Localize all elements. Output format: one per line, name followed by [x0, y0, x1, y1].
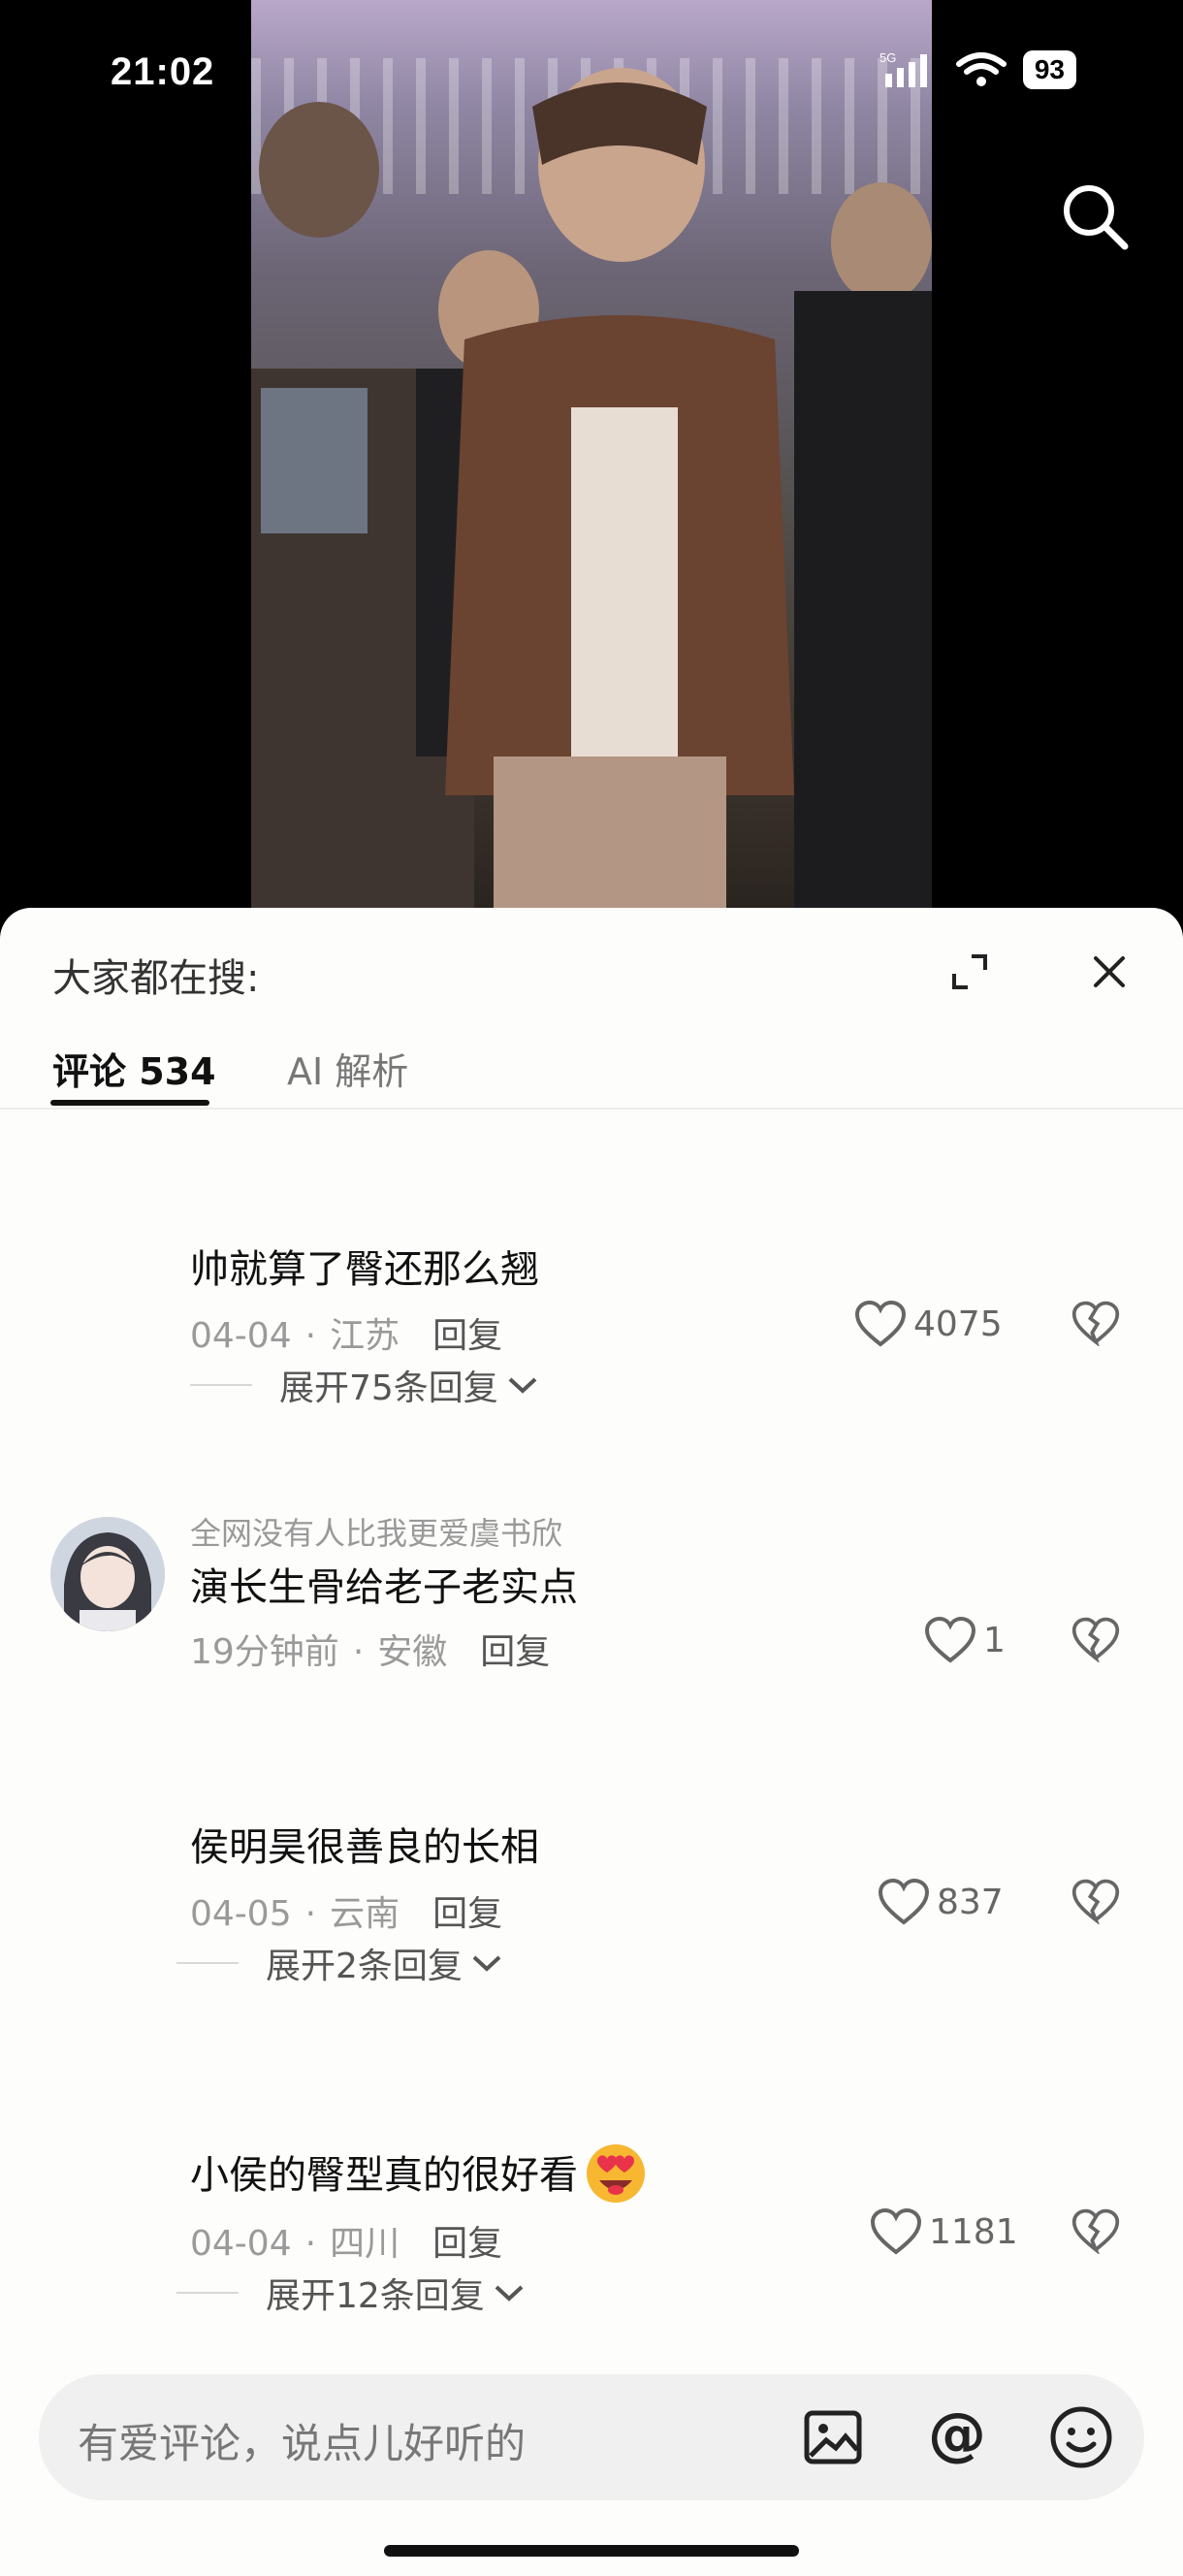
search-button[interactable] [1059, 180, 1131, 252]
comment-input-placeholder[interactable]: 有爱评论，说点儿好听的 [78, 2411, 526, 2470]
like-count: 837 [937, 1882, 1004, 1922]
image-button[interactable] [799, 2403, 867, 2471]
tab-bar: 评论 534 AI 解析 [0, 1014, 1183, 1110]
comment-location: 安徽 [377, 1632, 448, 1672]
active-tab-indicator [50, 1100, 209, 1106]
svg-text:5G: 5G [879, 50, 896, 65]
expand-replies-button[interactable]: 展开75条回复 [190, 1360, 539, 1410]
tab-comments[interactable]: 评论 534 [52, 1042, 216, 1095]
dislike-button[interactable] [1071, 2207, 1121, 2256]
chevron-down-icon [495, 2285, 524, 2302]
status-bar: 21:02 5G 93 [0, 0, 1183, 155]
divider [176, 2292, 239, 2294]
status-icons: 5G 93 [879, 50, 1076, 89]
comment-sheet: 大家都在搜: 评论 534 AI 解析 帅就算了臀还那么翘 04-04 · 江苏 回复… [0, 908, 1183, 2576]
comment-meta: 04-05 · 云南 回复 [190, 1894, 503, 1934]
chevron-down-icon [508, 1377, 537, 1394]
expand-icon [952, 954, 987, 989]
emoji-button[interactable] [1047, 2403, 1115, 2471]
mention-button[interactable]: @ [923, 2400, 991, 2471]
comment-text: 演长生骨给老子老实点 [190, 1565, 578, 1610]
wifi-icon [955, 52, 1007, 86]
divider [176, 1962, 239, 1964]
comment-meta: 04-04 · 江苏 回复 [190, 1316, 503, 1356]
reply-button[interactable]: 回复 [432, 2224, 502, 2264]
comment-text-content: 小侯的臀型真的很好看 [190, 2153, 578, 2198]
like-button[interactable]: 1181 [869, 2207, 1018, 2256]
heart-eyes-emoji-icon [587, 2144, 645, 2203]
broken-heart-icon [1071, 1879, 1120, 1926]
comment-date: 04-05 [190, 1894, 292, 1934]
avatar[interactable] [50, 1517, 165, 1631]
battery-indicator: 93 [1022, 50, 1076, 89]
heart-icon [924, 1616, 976, 1663]
broken-heart-icon [1071, 2208, 1120, 2256]
reply-button[interactable]: 回复 [480, 1632, 550, 1672]
heart-icon [854, 1300, 907, 1347]
comment-date: 19分钟前 [190, 1632, 339, 1672]
dislike-button[interactable] [1071, 1878, 1121, 1926]
at-icon: @ [928, 2400, 986, 2468]
heart-icon [870, 2207, 922, 2255]
like-count: 1 [983, 1620, 1006, 1660]
heart-icon [878, 1878, 930, 1925]
divider [190, 1384, 252, 1386]
close-button[interactable] [1088, 950, 1131, 993]
emoji-icon [1050, 2406, 1112, 2468]
comment-username[interactable]: 全网没有人比我更爱虞书欣 [190, 1509, 562, 1554]
reply-button[interactable]: 回复 [432, 1894, 502, 1934]
search-icon [1064, 185, 1129, 250]
like-button[interactable]: 837 [877, 1878, 1004, 1926]
expand-replies-label: 展开12条回复 [266, 2276, 485, 2316]
trending-search-label[interactable]: 大家都在搜: [52, 947, 259, 1003]
chevron-down-icon [472, 1955, 501, 1972]
broken-heart-icon [1071, 1617, 1120, 1664]
dislike-button[interactable] [1071, 1300, 1121, 1348]
image-icon [804, 2410, 862, 2464]
like-count: 1181 [929, 2211, 1018, 2252]
status-time: 21:02 [111, 50, 215, 93]
home-indicator[interactable] [384, 2545, 799, 2557]
svg-text:@: @ [928, 2403, 986, 2468]
comment-input-bar[interactable]: 有爱评论，说点儿好听的 @ [39, 2374, 1144, 2500]
comment-date: 04-04 [190, 2224, 292, 2264]
comment-date: 04-04 [190, 1316, 292, 1356]
comment-text: 帅就算了臀还那么翘 [190, 1247, 539, 1292]
signal-icon: 5G [879, 50, 927, 87]
comment-text: 小侯的臀型真的很好看 [190, 2138, 650, 2206]
dislike-button[interactable] [1071, 1616, 1121, 1664]
expand-replies-label: 展开2条回复 [266, 1947, 463, 1986]
comment-text: 侯明昊很善良的长相 [190, 1825, 539, 1870]
avatar-image [50, 1517, 165, 1631]
comment-location: 江苏 [330, 1316, 400, 1356]
comment-location: 云南 [330, 1894, 400, 1934]
like-button[interactable]: 1 [923, 1616, 1006, 1664]
comment-meta: 04-04 · 四川 回复 [190, 2224, 503, 2264]
expand-replies-label: 展开75条回复 [279, 1368, 498, 1408]
expand-sheet-button[interactable] [948, 950, 991, 993]
tab-ai-analysis[interactable]: AI 解析 [287, 1042, 408, 1095]
like-count: 4075 [913, 1304, 1003, 1344]
like-button[interactable]: 4075 [853, 1300, 1003, 1348]
broken-heart-icon [1071, 1301, 1120, 1348]
expand-replies-button[interactable]: 展开12条回复 [176, 2268, 526, 2318]
reply-button[interactable]: 回复 [432, 1316, 502, 1356]
comment-meta: 19分钟前 · 安徽 回复 [190, 1632, 551, 1672]
expand-replies-button[interactable]: 展开2条回复 [176, 1938, 503, 1988]
comment-location: 四川 [330, 2224, 400, 2264]
close-icon [1094, 956, 1125, 987]
